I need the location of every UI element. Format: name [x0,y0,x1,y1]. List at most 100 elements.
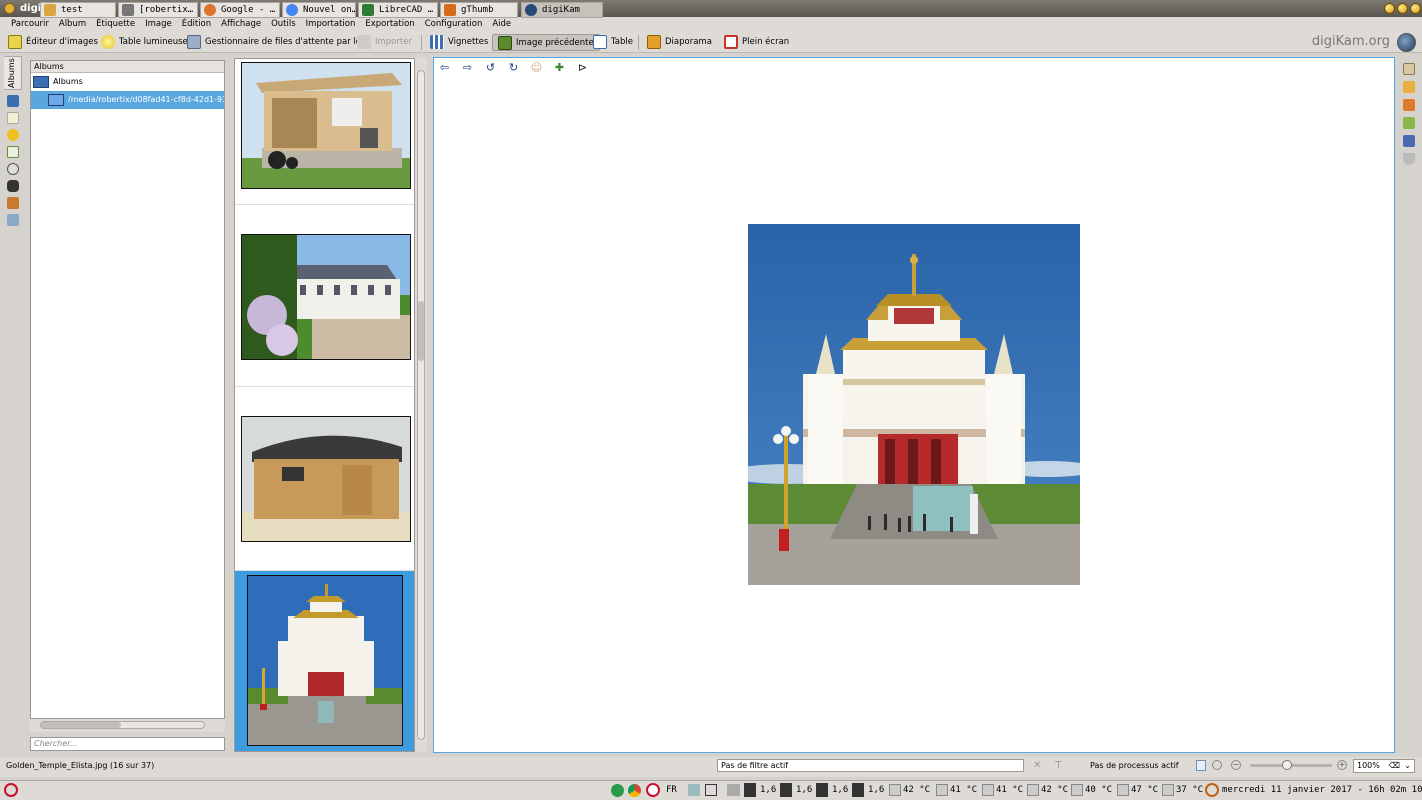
search-tray-icon[interactable] [705,784,717,796]
network-icon[interactable] [688,784,700,796]
menu-configuration[interactable]: Configuration [420,17,488,32]
preview-view-button[interactable]: Image précédente [492,34,600,51]
keyboard-layout[interactable]: FR [666,782,677,798]
thumbnail-wooden-shed[interactable] [241,416,411,542]
fuzzy-search-icon[interactable] [7,197,19,209]
clear-zoom-icon[interactable]: ⌫ [1389,760,1400,772]
process-status: Pas de processus actif [1090,761,1179,770]
star-icon[interactable] [7,129,19,141]
menu-image[interactable]: Image [140,17,177,32]
menu-aide[interactable]: Aide [487,17,516,32]
colors-icon[interactable] [1403,99,1415,111]
filter-settings-icon[interactable]: ⊤ [1054,760,1065,771]
rotate-right-icon[interactable]: ↻ [507,61,520,74]
tab-albums[interactable]: Albums [4,56,22,90]
thumbnail-strip [234,58,415,752]
light-table-label: Table lumineuse [119,37,188,47]
task-google-firefox[interactable]: Google - … [200,2,280,18]
digikam-app-icon [4,3,15,14]
rotate-left-icon[interactable]: ↺ [484,61,497,74]
thumbnail-item[interactable] [235,387,414,571]
fit-window-icon[interactable] [1196,760,1206,771]
menu-parcourir[interactable]: Parcourir [6,17,54,32]
task-gthumb[interactable]: gThumb [440,2,518,18]
back-arrow-icon[interactable]: ⇦ [438,61,451,74]
menu-album[interactable]: Album [54,17,91,32]
search-binoculars-icon[interactable] [7,180,19,192]
albums-folder-icon[interactable] [7,95,19,107]
magnifier-icon[interactable] [1205,783,1219,797]
thumbnails-view-button[interactable]: Vignettes [430,34,488,51]
batch-queue-label: Gestionnaire de files d'attente par lots [205,37,369,47]
image-editor-icon [8,34,22,49]
import-button[interactable]: Importer [357,34,412,51]
preview-label: Image précédente [516,38,594,48]
tray-app-icon[interactable] [611,784,624,797]
light-table-button[interactable]: Table lumineuse [101,34,188,51]
fullscreen-label: Plein écran [742,37,790,47]
thumbnail-vscrollbar[interactable] [415,58,427,752]
thumbnail-chateau[interactable] [241,234,411,360]
preview-toolbar: ⇦ ⇨ ↺ ↻ ☺ ✚ ⊳ [438,61,589,75]
clock-tray-icon[interactable] [646,783,660,797]
batch-queue-button[interactable]: Gestionnaire de files d'attente par lots [187,34,369,51]
table-view-button[interactable]: Table [593,34,633,51]
face-tag-icon[interactable]: ☺ [530,61,543,74]
task-digikam[interactable]: digiKam [521,2,603,18]
geolocation-icon[interactable] [1403,117,1415,129]
zoom-out-icon[interactable]: − [1231,760,1241,770]
timeline-icon[interactable] [7,163,19,175]
maximize-button[interactable] [1397,3,1408,14]
thumbnail-item-selected[interactable] [235,571,414,751]
menu-affichage[interactable]: Affichage [216,17,266,32]
printer-icon[interactable] [727,784,740,796]
forward-arrow-icon[interactable]: ⇨ [461,61,474,74]
album-search-input[interactable]: Chercher... [30,737,225,751]
zoom-in-icon[interactable]: + [1337,760,1347,770]
folder-icon [33,75,49,88]
chrome-icon [286,4,298,16]
play-icon[interactable]: ⊳ [576,61,589,74]
task-test[interactable]: test [40,2,116,18]
album-path-item[interactable]: /media/robertix/d08fad41-cf8d-42d1-936a- [31,91,224,109]
album-root-item[interactable]: Albums [31,73,224,91]
album-tree-hscrollbar[interactable] [30,719,225,732]
chrome-tray-icon[interactable] [628,784,641,797]
filter-funnel-icon[interactable] [1403,153,1415,165]
add-face-icon[interactable]: ✚ [553,61,566,74]
versions-icon[interactable] [1403,135,1415,147]
filter-status-field[interactable]: Pas de filtre actif [717,759,1024,772]
left-sidebar-tabs: Albums [4,56,24,756]
temperature-icon [936,784,948,796]
metadata-icon[interactable] [1403,81,1415,93]
close-button[interactable] [1410,3,1421,14]
fullscreen-button[interactable]: Plein écran [724,34,789,51]
chevron-down-icon[interactable]: ⌄ [1404,760,1411,772]
menu-edition[interactable]: Édition [177,17,216,32]
zoom-100-icon[interactable] [1212,760,1222,770]
slideshow-button[interactable]: Diaporama [647,34,712,51]
menu-importation[interactable]: Importation [301,17,361,32]
debian-menu-icon[interactable] [4,783,18,797]
zoom-level-select[interactable]: 100% ⌫ ⌄ [1353,759,1415,773]
thumbnail-golden-temple[interactable] [247,575,403,746]
zoom-level-value: 100% [1357,761,1380,770]
image-editor-button[interactable]: Éditeur d'images [8,34,98,51]
clear-filter-icon[interactable]: ✕ [1033,760,1044,771]
menu-outils[interactable]: Outils [266,17,301,32]
task-librecad[interactable]: LibreCAD … [358,2,438,18]
thumbnail-item[interactable] [235,59,414,205]
tags-icon[interactable] [7,112,19,124]
zoom-slider[interactable] [1250,760,1332,770]
properties-icon[interactable] [1403,63,1415,75]
minimize-button[interactable] [1384,3,1395,14]
cpu-load-1: 1,6 [760,785,777,795]
task-terminal[interactable]: [robertix… [118,2,198,18]
thumbnail-item[interactable] [235,205,414,387]
menu-exportation[interactable]: Exportation [360,17,419,32]
task-new-tab[interactable]: Nouvel on… [282,2,356,18]
calendar-icon[interactable] [7,146,19,158]
menu-etiquette[interactable]: Étiquette [91,17,140,32]
people-icon[interactable] [7,214,19,226]
thumbnail-garden-cabin[interactable] [241,62,411,189]
